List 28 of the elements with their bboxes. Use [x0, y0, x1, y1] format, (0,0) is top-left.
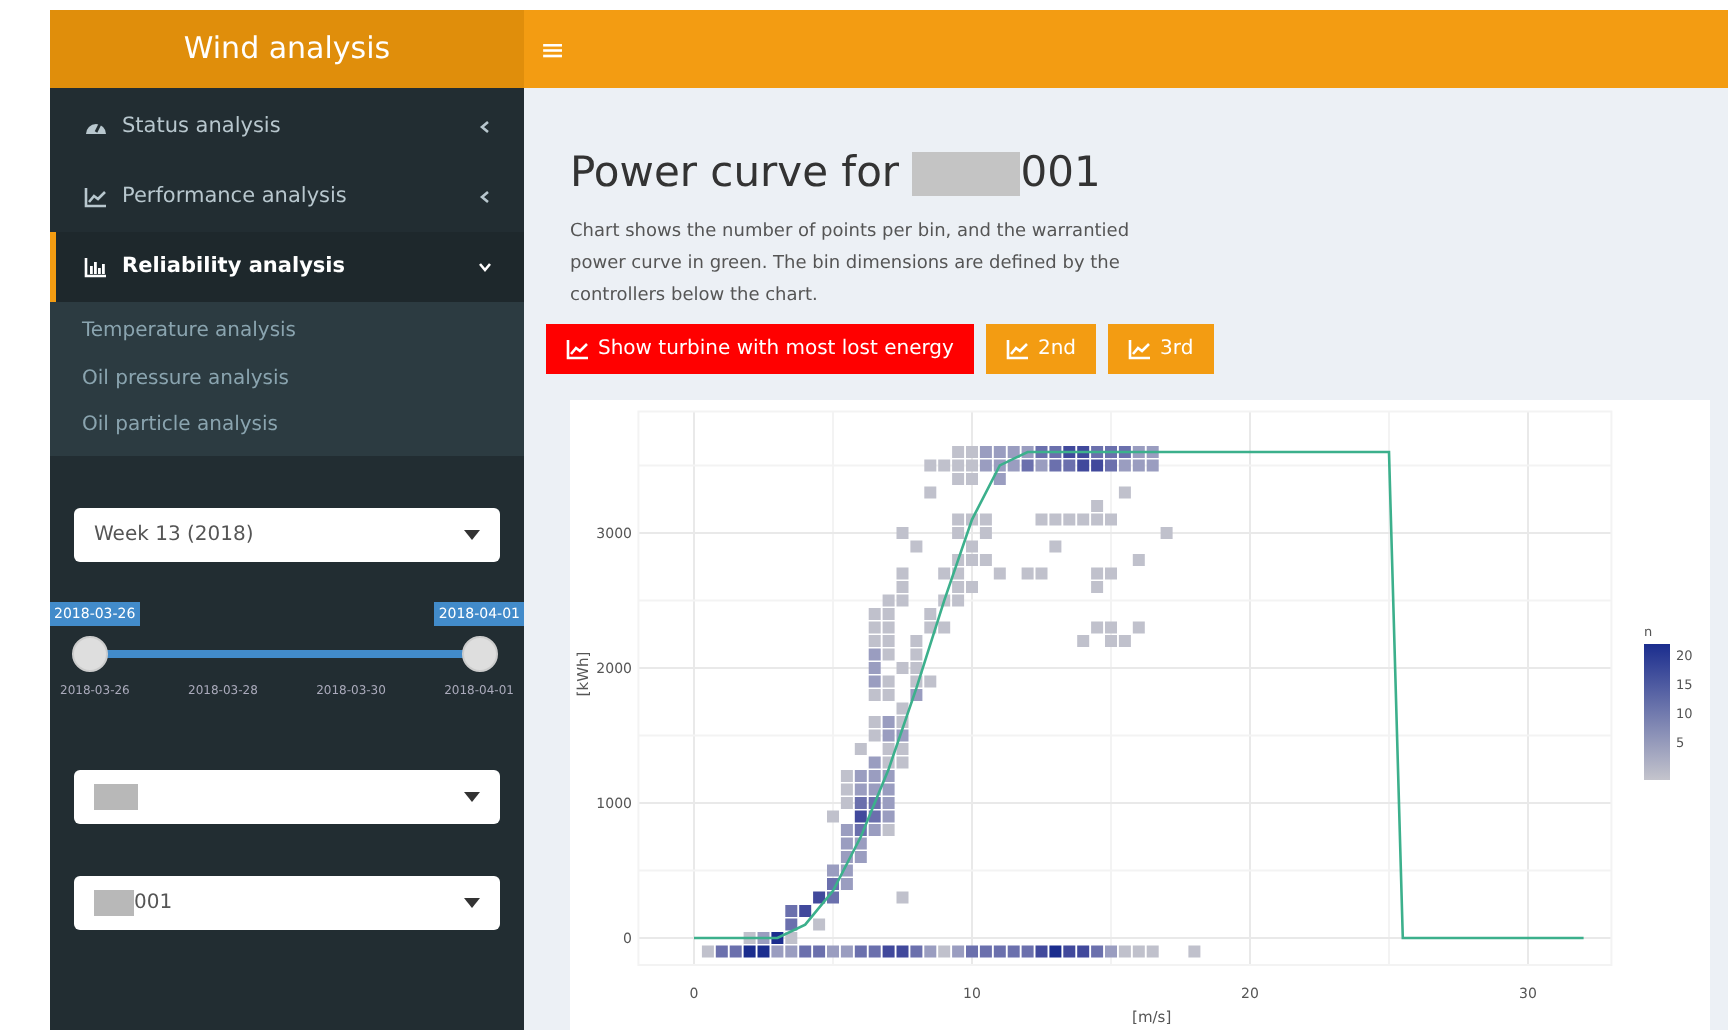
slider-handle[interactable]: [462, 635, 498, 671]
chart-description: Chart shows the number of points per bin, and the warrantied power curve in green. The bin dimensions are defined by the controllers below the chart.: [570, 220, 1132, 310]
page-title: Power curve for: [570, 145, 902, 200]
action-button[interactable]: Show turbine with most lost energy: [546, 324, 974, 374]
line-chart-icon: [566, 338, 590, 360]
select-field[interactable]: Week 13 (2018): [74, 507, 500, 561]
caret-icon: [478, 120, 492, 134]
bar-chart-icon: [84, 256, 108, 278]
dropdown-arrow-icon: [464, 529, 480, 539]
color-scale-bar: [1644, 644, 1670, 780]
line-chart-icon: [1005, 338, 1030, 360]
menu-item[interactable]: Status analysis: [50, 92, 524, 162]
dropdown-arrow-icon: [464, 791, 480, 801]
select-field[interactable]: 001: [74, 875, 500, 929]
submenu-item[interactable]: Temperature analysis: [50, 308, 524, 355]
caret-icon: [478, 260, 492, 274]
submenu-item[interactable]: Oil particle analysis: [50, 402, 524, 449]
menu-item[interactable]: Performance analysis: [50, 162, 524, 232]
line-chart-icon: [84, 186, 108, 208]
dropdown-arrow-icon: [464, 897, 480, 907]
page-title: 001: [1020, 145, 1101, 200]
menu-item[interactable]: Reliability analysis: [50, 232, 524, 302]
slider-handle[interactable]: [72, 635, 108, 671]
submenu-item[interactable]: Oil pressure analysis: [50, 355, 524, 402]
line-chart-icon: [1128, 338, 1153, 360]
app-title: Wind analysis: [183, 28, 391, 71]
select-field[interactable]: [74, 769, 500, 823]
caret-icon: [478, 190, 492, 204]
